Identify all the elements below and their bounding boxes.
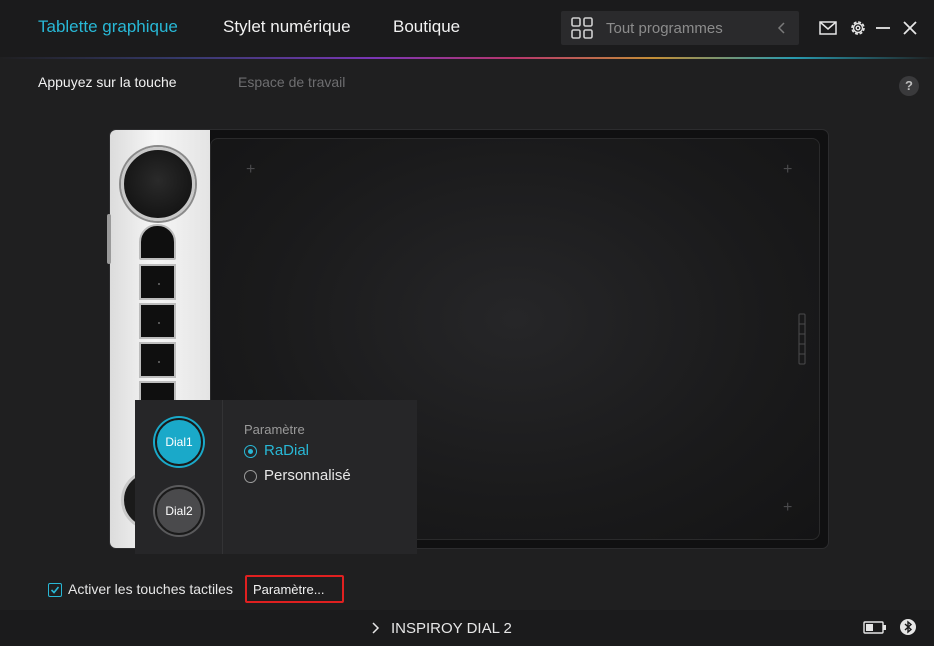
dial-selector: Dial1 Dial2 xyxy=(135,400,223,554)
dial-settings-popup: Dial1 Dial2 Paramètre RaDial Personnalis… xyxy=(135,400,417,554)
gradient-divider xyxy=(0,57,934,59)
huion-logo xyxy=(798,313,806,365)
chevron-right-icon[interactable] xyxy=(370,621,380,635)
corner-marker-icon: + xyxy=(246,161,256,178)
express-key[interactable] xyxy=(139,224,176,260)
help-icon[interactable]: ? xyxy=(899,76,919,96)
grid-icon xyxy=(571,17,593,39)
corner-marker-icon: + xyxy=(783,499,793,516)
express-key[interactable] xyxy=(139,303,176,339)
subtab-espace-travail[interactable]: Espace de travail xyxy=(238,74,345,90)
express-key[interactable] xyxy=(139,342,176,378)
program-selector-text: Tout programmes xyxy=(606,20,723,37)
popup-section-title: Paramètre xyxy=(244,422,305,437)
corner-marker-icon: + xyxy=(783,161,793,178)
touch-keys-checkbox[interactable] xyxy=(48,583,62,597)
radio-selected-icon[interactable] xyxy=(244,445,257,458)
tab-boutique[interactable]: Boutique xyxy=(393,17,460,37)
touch-keys-label: Activer les touches tactiles xyxy=(68,581,233,597)
program-selector[interactable]: Tout programmes xyxy=(561,11,799,45)
option-radial-label: RaDial xyxy=(264,442,310,459)
gear-icon[interactable] xyxy=(848,18,868,38)
express-key[interactable] xyxy=(139,264,176,300)
device-name[interactable]: INSPIROY DIAL 2 xyxy=(391,620,512,637)
dial2-button[interactable]: Dial2 xyxy=(155,487,203,535)
subtab-appuyez-touche[interactable]: Appuyez sur la touche xyxy=(38,74,177,90)
checkmark-icon xyxy=(50,586,60,594)
tab-stylet-numerique[interactable]: Stylet numérique xyxy=(223,17,351,37)
tablet-dial-top[interactable] xyxy=(121,147,195,221)
option-personnalise-label: Personnalisé xyxy=(264,467,351,484)
key-dot xyxy=(158,283,160,285)
close-icon[interactable] xyxy=(900,18,920,38)
key-dot xyxy=(158,361,160,363)
tab-tablette-graphique[interactable]: Tablette graphique xyxy=(38,17,178,37)
radio-icon[interactable] xyxy=(244,470,257,483)
settings-button[interactable]: Paramètre... xyxy=(245,575,344,603)
battery-icon xyxy=(863,621,886,634)
bluetooth-icon xyxy=(900,619,916,635)
key-dot xyxy=(158,322,160,324)
minimize-icon[interactable] xyxy=(873,18,893,38)
tablet-side-notch xyxy=(107,214,111,264)
mail-icon[interactable] xyxy=(818,18,838,38)
chevron-left-icon[interactable] xyxy=(775,20,789,36)
dial1-button[interactable]: Dial1 xyxy=(155,418,203,466)
